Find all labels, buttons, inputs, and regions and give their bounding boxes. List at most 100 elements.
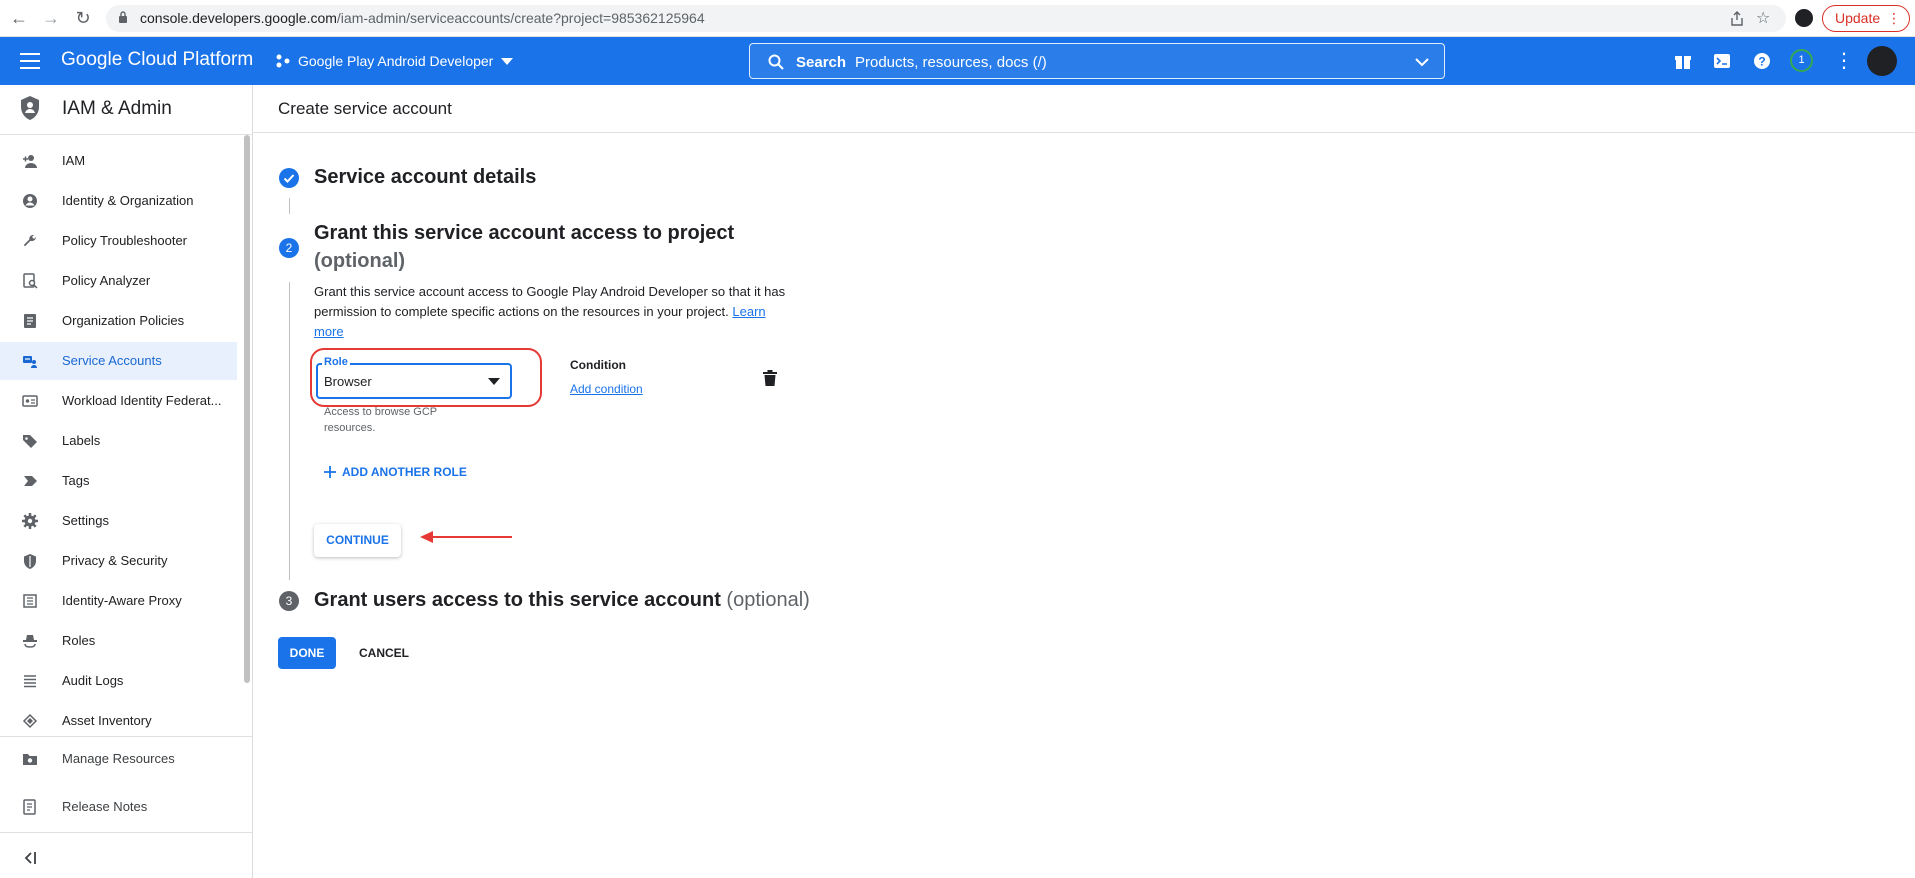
- sidebar-item-asset-inventory[interactable]: Asset Inventory: [0, 702, 237, 740]
- sidebar-item-manage-resources[interactable]: Manage Resources: [0, 740, 237, 778]
- sidebar-item-label: Identity & Organization: [62, 193, 194, 208]
- share-icon[interactable]: [1730, 11, 1744, 26]
- sidebar-item-roles[interactable]: Roles: [0, 622, 237, 660]
- gear-icon: [22, 513, 38, 529]
- sidebar-item-label: Identity-Aware Proxy: [62, 593, 182, 608]
- list-icon: [24, 675, 36, 688]
- page-header: Create service account: [253, 85, 1915, 133]
- done-button[interactable]: DONE: [278, 637, 336, 669]
- sidebar-item-labels[interactable]: Labels: [0, 422, 237, 460]
- add-another-role-button[interactable]: ADD ANOTHER ROLE: [324, 462, 467, 482]
- address-bar[interactable]: console.developers.google.com/iam-admin/…: [106, 5, 1786, 32]
- policy-analyzer-icon: [23, 273, 38, 289]
- search-bar[interactable]: Search Products, resources, docs (/): [749, 43, 1445, 79]
- plus-icon: [324, 466, 336, 478]
- chevron-down-icon[interactable]: [1414, 56, 1430, 68]
- wrench-icon: [23, 234, 36, 247]
- avatar[interactable]: [1867, 46, 1897, 76]
- collapse-sidebar-icon[interactable]: [22, 851, 38, 865]
- step3-title[interactable]: Grant users access to this service accou…: [314, 589, 810, 612]
- role-value: Browser: [324, 374, 372, 389]
- divider: [0, 736, 252, 737]
- top-app-bar: Google Cloud Platform Google Play Androi…: [0, 37, 1915, 85]
- gift-icon[interactable]: [1673, 51, 1693, 71]
- extension-icon[interactable]: [1795, 9, 1813, 27]
- label-icon: [23, 435, 37, 448]
- iam-shield-icon: [21, 96, 39, 120]
- notification-badge[interactable]: 1: [1790, 49, 1813, 72]
- step2-description: Grant this service account access to Goo…: [314, 282, 794, 342]
- hamburger-menu-icon[interactable]: [20, 52, 40, 70]
- step1-title[interactable]: Service account details: [314, 166, 536, 189]
- sidebar-item-label: Labels: [62, 433, 101, 448]
- cancel-button[interactable]: CANCEL: [350, 637, 418, 669]
- search-label: Search: [796, 54, 847, 71]
- forward-arrow-icon[interactable]: →: [41, 8, 61, 28]
- sidebar-item-label: Asset Inventory: [62, 713, 152, 728]
- divider: [0, 832, 252, 833]
- tag-icon: [24, 476, 37, 486]
- sidebar-item-label: Policy Troubleshooter: [62, 233, 188, 248]
- sidebar-item-audit-logs[interactable]: Audit Logs: [0, 662, 237, 700]
- id-card-icon: [22, 395, 38, 407]
- sidebar-item-policy-analyzer[interactable]: Policy Analyzer: [0, 262, 237, 300]
- sidebar-item-label: Workload Identity Federat...: [62, 393, 222, 408]
- sidebar-item-privacy-security[interactable]: Privacy & Security: [0, 542, 237, 580]
- step2-optional: (optional): [314, 250, 405, 273]
- update-button[interactable]: Update ⋮: [1822, 5, 1910, 32]
- project-name: Google Play Android Developer: [298, 53, 494, 69]
- cloud-shell-icon[interactable]: [1712, 51, 1732, 71]
- add-role-label: ADD ANOTHER ROLE: [342, 465, 467, 479]
- sidebar-item-identity-aware-proxy[interactable]: Identity-Aware Proxy: [0, 582, 237, 620]
- sidebar-item-label: Organization Policies: [62, 313, 185, 328]
- description-text: Grant this service account access to Goo…: [314, 284, 786, 319]
- sidebar-item-policy-troubleshooter[interactable]: Policy Troubleshooter: [0, 222, 237, 260]
- project-nodes-icon: [276, 54, 290, 68]
- browser-chrome: ← → ↻ console.developers.google.com/iam-…: [0, 0, 1915, 37]
- sidebar-item-label: Release Notes: [62, 799, 148, 814]
- step3-title-text: Grant users access to this service accou…: [314, 589, 721, 611]
- url-path: /iam-admin/serviceaccounts/create?projec…: [336, 10, 705, 26]
- sidebar-item-label: Policy Analyzer: [62, 273, 151, 288]
- sidebar-item-workload-identity-federation[interactable]: Workload Identity Federat...: [0, 382, 237, 420]
- condition-label: Condition: [570, 358, 626, 372]
- sidebar-item-label: Service Accounts: [62, 353, 162, 368]
- brand-title[interactable]: Google Cloud Platform: [61, 49, 253, 71]
- sidebar-item-label: Audit Logs: [62, 673, 124, 688]
- sidebar-scrollbar[interactable]: [244, 135, 250, 683]
- sidebar-item-service-accounts[interactable]: Service Accounts: [0, 342, 237, 380]
- project-picker[interactable]: Google Play Android Developer: [276, 51, 514, 71]
- caret-down-icon: [501, 57, 514, 65]
- optional-label: (optional): [314, 250, 406, 272]
- shield-icon: [24, 554, 36, 569]
- add-condition-link[interactable]: Add condition: [570, 382, 643, 396]
- search-placeholder: Products, resources, docs (/): [855, 54, 1047, 71]
- caret-down-icon: [488, 378, 500, 385]
- step-connector: [289, 198, 290, 214]
- service-account-icon: [23, 356, 37, 368]
- step-connector: [289, 282, 290, 580]
- help-icon[interactable]: ?: [1752, 51, 1772, 71]
- back-arrow-icon[interactable]: ←: [9, 8, 29, 28]
- sidebar-item-tags[interactable]: Tags: [0, 462, 237, 500]
- kebab-menu-icon: ⋮: [1887, 10, 1901, 26]
- sidebar-item-release-notes[interactable]: Release Notes: [0, 788, 237, 826]
- reload-icon[interactable]: ↻: [73, 8, 93, 28]
- bookmark-star-icon[interactable]: ☆: [1756, 8, 1770, 28]
- step3-badge: 3: [279, 591, 299, 611]
- more-vert-icon[interactable]: ⋮: [1834, 48, 1854, 73]
- sidebar-item-identity-organization[interactable]: Identity & Organization: [0, 182, 237, 220]
- sidebar: IAM & Admin IAM Identity & Organization …: [0, 85, 253, 878]
- sidebar-item-settings[interactable]: Settings: [0, 502, 237, 540]
- url-host: console.developers.google.com: [140, 10, 337, 26]
- trash-icon[interactable]: [763, 370, 777, 386]
- document-icon: [24, 314, 36, 328]
- lock-icon: [119, 11, 127, 23]
- sidebar-item-iam[interactable]: IAM: [0, 142, 237, 180]
- roles-icon: [23, 635, 37, 648]
- page-title: Create service account: [278, 99, 452, 118]
- notes-icon: [23, 799, 36, 815]
- continue-button[interactable]: CONTINUE: [314, 524, 401, 557]
- sidebar-title: IAM & Admin: [62, 98, 172, 119]
- sidebar-item-organization-policies[interactable]: Organization Policies: [0, 302, 237, 340]
